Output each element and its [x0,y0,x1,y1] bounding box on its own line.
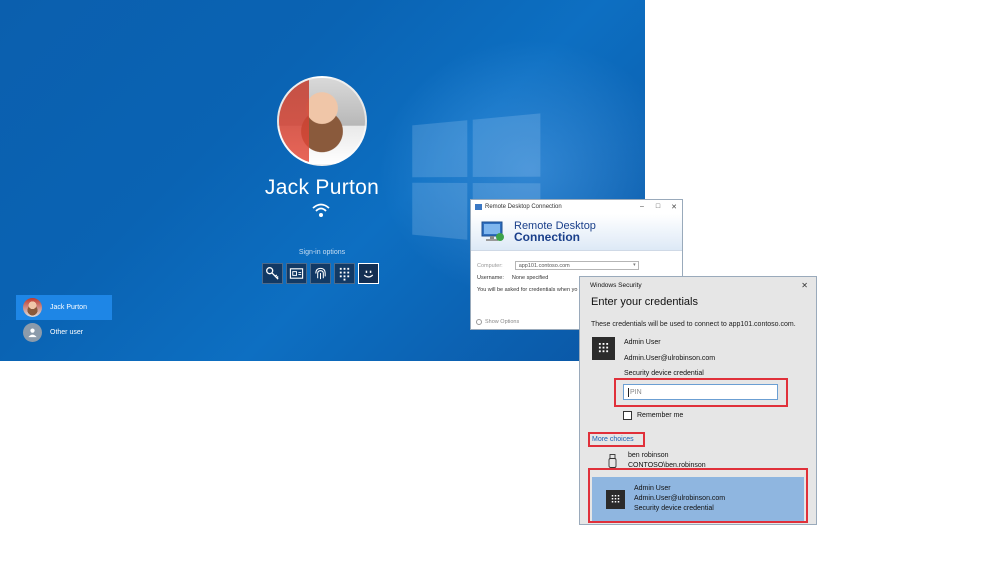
signin-option-key[interactable] [262,263,283,284]
computer-combo[interactable]: app101.contoso.com ▾ [514,261,639,270]
username-label: Username: [477,275,504,281]
security-device-label: Security device credential [624,370,704,377]
expand-icon [476,319,482,325]
person-icon [23,323,42,342]
keypad-icon [339,267,350,281]
fingerprint-icon [315,267,326,280]
rdp-banner-line2: Connection [514,230,580,244]
credential-email: Admin.User@ulrobinson.com [624,355,716,362]
pin-highlight-box [614,378,788,407]
signin-option-face[interactable] [358,263,379,284]
ws-heading: Enter your credentials [591,296,698,308]
username-value: None specified [511,275,549,281]
ws-description: These credentials will be used to connec… [591,321,796,328]
credential-name: Admin User [624,339,661,346]
selected-credential: Admin User Admin.User@ulrobinson.com [592,337,715,364]
user-avatar [277,76,367,166]
user-tile-other-user[interactable]: Other user [16,320,112,345]
ws-titlebar[interactable]: Windows Security ✕ [580,277,816,293]
show-options-button[interactable]: Show Options [476,319,519,325]
more-choices-highlight-box [588,432,645,447]
user-tile-jack-purton[interactable]: Jack Purton [16,295,112,320]
windows-security-dialog: Windows Security ✕ Enter your credential… [579,276,817,525]
signin-option-smart-card[interactable] [286,263,307,284]
minimize-button[interactable]: – [634,203,650,211]
ws-title: Windows Security [590,281,642,289]
remote-desktop-icon [481,221,504,241]
rdp-app-icon [475,204,482,210]
chevron-down-icon: ▾ [633,262,636,268]
rdp-title: Remote Desktop Connection [485,204,562,210]
user-tile-label: Other user [50,329,84,336]
maximize-button[interactable]: □ [650,203,666,211]
keypad-icon [592,337,615,360]
rdp-info-text: You will be asked for credentials when y… [477,287,578,293]
checkbox-box [623,411,632,420]
computer-label: Computer: [477,262,503,269]
close-button[interactable]: ✕ [666,203,682,211]
remember-me-checkbox[interactable]: Remember me [623,411,683,420]
other-credential-name: ben robinson [628,452,669,459]
smart-card-icon [289,268,304,279]
usb-key-icon [608,454,617,468]
ws-close-button[interactable]: ✕ [801,281,808,290]
user-tile-label: Jack Purton [50,304,87,311]
user-tile-avatar [23,298,42,317]
signin-options-label: Sign-in options [298,249,346,256]
key-icon [266,267,279,280]
signin-option-fingerprint[interactable] [310,263,331,284]
rdp-banner: Remote Desktop Connection [471,214,682,251]
computer-value: app101.contoso.com [518,262,570,269]
signin-option-pin[interactable] [334,263,355,284]
signin-options [262,263,379,284]
user-name: Jack Purton [264,176,380,199]
face-icon [363,270,374,278]
admin-option-highlight-box [588,468,808,523]
wifi-icon[interactable] [311,202,331,218]
remember-me-label: Remember me [637,412,684,419]
show-options-label: Show Options [485,319,520,325]
rdp-titlebar[interactable]: Remote Desktop Connection – □ ✕ [471,200,682,214]
